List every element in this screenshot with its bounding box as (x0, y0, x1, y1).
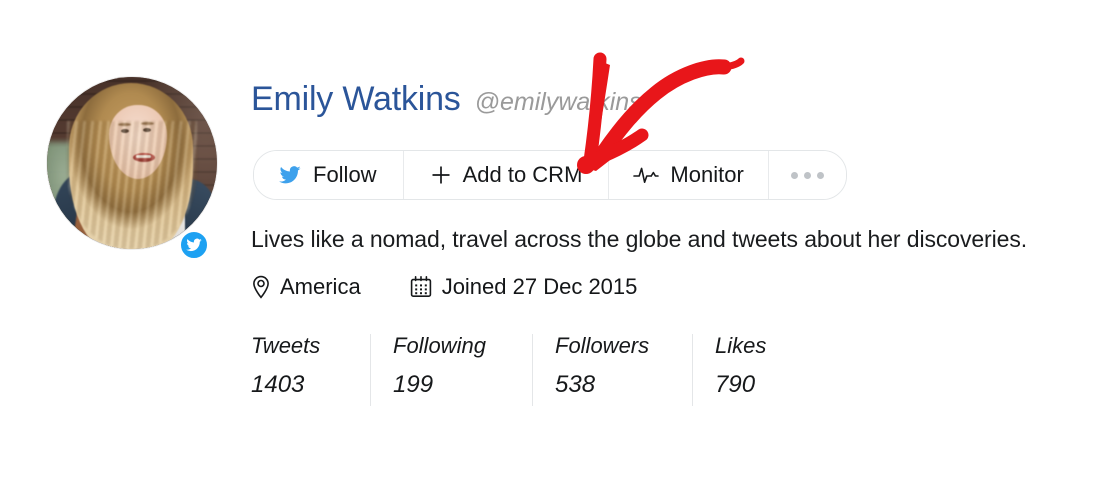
plus-icon (430, 164, 452, 186)
action-button-group: Follow Add to CRM Monitor (253, 150, 847, 200)
stat-followers-label: Followers (555, 333, 650, 358)
twitter-bird-icon (278, 164, 302, 186)
stat-tweets-label: Tweets (251, 333, 321, 358)
joined-text: Joined 27 Dec 2015 (441, 274, 638, 299)
stat-followers[interactable]: Followers 538 (533, 334, 693, 406)
pulse-icon (633, 164, 660, 186)
stat-followers-value: 538 (555, 371, 596, 399)
follow-button[interactable]: Follow (254, 151, 404, 199)
stat-likes-label: Likes (715, 333, 767, 358)
stat-following-value: 199 (393, 371, 434, 399)
stat-following[interactable]: Following 199 (371, 334, 533, 406)
location-pin-icon (251, 275, 271, 299)
location-meta: America (251, 274, 361, 300)
avatar-wrapper (47, 77, 217, 261)
twitter-profile-card: Emily Watkins @emilywatkins Follow Add t… (0, 0, 1100, 500)
avatar-photo (47, 77, 217, 249)
twitter-badge-icon (178, 229, 210, 261)
profile-handle: @emilywatkins (474, 88, 642, 116)
profile-header: Emily Watkins @emilywatkins (251, 80, 1081, 126)
name-row: Emily Watkins @emilywatkins (251, 80, 1081, 126)
add-to-crm-button-label: Add to CRM (462, 162, 583, 187)
location-text: America (280, 274, 361, 299)
profile-meta-row: America Joined 27 Dec 2015 (251, 274, 637, 300)
monitor-button[interactable]: Monitor (609, 151, 769, 199)
more-options-button[interactable] (768, 151, 846, 199)
profile-bio: Lives like a nomad, travel across the gl… (251, 226, 1028, 252)
display-name: Emily Watkins (251, 80, 461, 118)
add-to-crm-button[interactable]: Add to CRM (403, 151, 610, 199)
stat-following-label: Following (393, 333, 486, 358)
ellipsis-icon (790, 171, 824, 179)
joined-meta: Joined 27 Dec 2015 (409, 274, 638, 300)
stat-tweets-value: 1403 (251, 371, 305, 399)
profile-stats: Tweets 1403 Following 199 Followers 538 … (251, 334, 813, 406)
monitor-button-label: Monitor (670, 162, 744, 187)
stat-tweets[interactable]: Tweets 1403 (251, 334, 371, 406)
stat-likes-value: 790 (715, 371, 756, 399)
calendar-icon (409, 275, 433, 299)
follow-button-label: Follow (313, 162, 377, 187)
stat-likes[interactable]: Likes 790 (693, 334, 813, 406)
avatar[interactable] (47, 77, 217, 249)
